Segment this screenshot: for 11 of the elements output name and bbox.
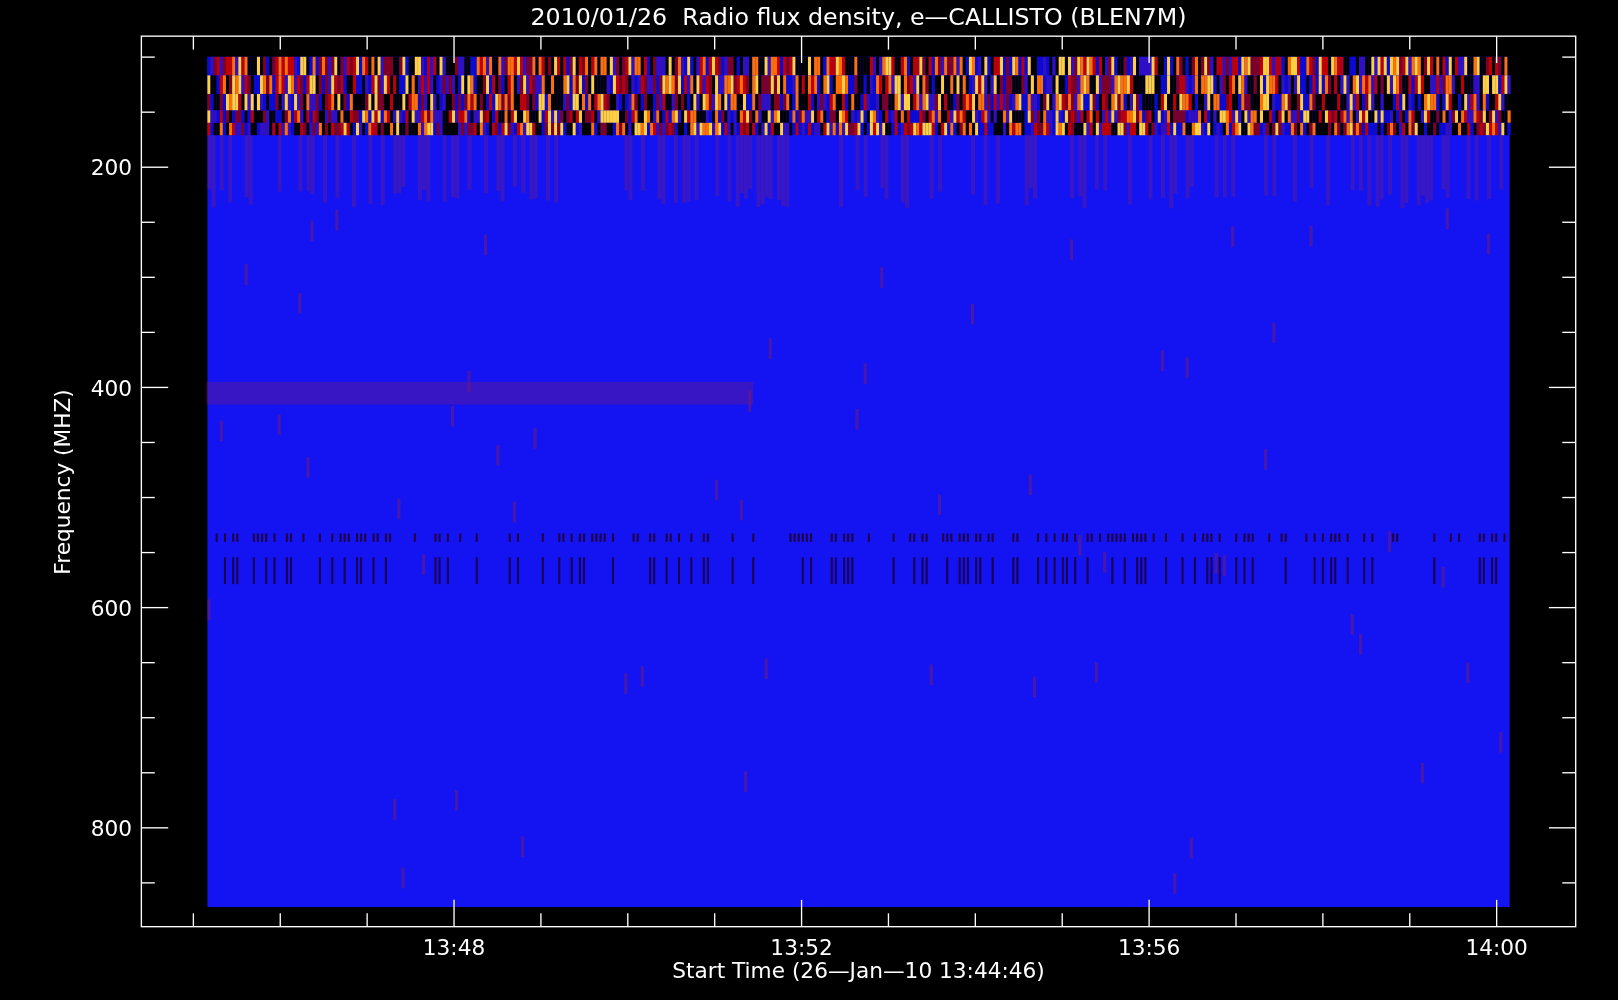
x-tick-label: 13:52	[770, 934, 833, 960]
chart-title: 2010/01/26 Radio flux density, e—CALLISTO (BLEN7M)	[530, 2, 1187, 31]
y-tick-label: 200	[90, 155, 133, 181]
y-tick-label: 800	[90, 816, 133, 842]
y-axis-label: Frequency (MHZ)	[50, 389, 76, 575]
y-tick-label: 600	[90, 595, 133, 621]
x-tick-label: 14:00	[1465, 934, 1528, 960]
x-axis-label: Start Time (26—Jan—10 13:44:46)	[672, 958, 1045, 984]
y-tick-label: 400	[90, 375, 133, 401]
x-tick-label: 13:48	[422, 934, 486, 960]
x-tick-label: 13:56	[1117, 934, 1181, 960]
